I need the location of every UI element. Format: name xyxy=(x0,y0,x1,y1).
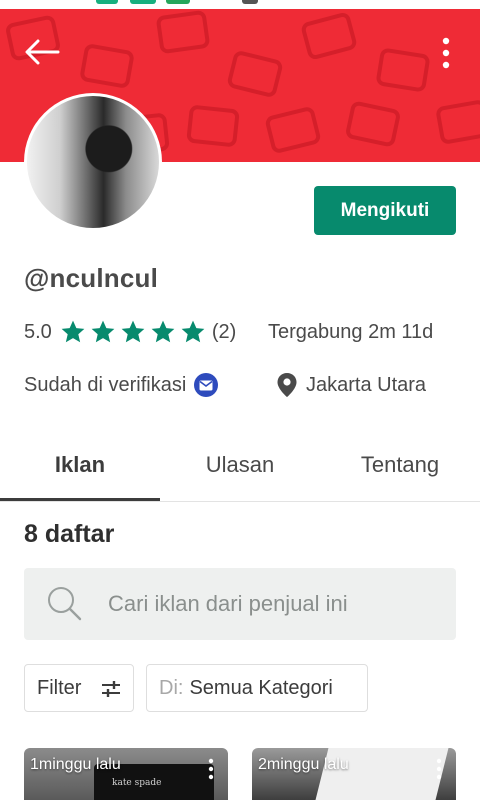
status-icon xyxy=(130,0,156,4)
search-icon xyxy=(46,585,84,627)
star-icon xyxy=(58,317,88,347)
more-vertical-icon[interactable] xyxy=(208,758,214,784)
category-value: Semua Kategori xyxy=(189,676,333,699)
seller-search xyxy=(24,568,456,640)
tab-tentang[interactable]: Tentang xyxy=(320,430,480,500)
seller-location: Jakarta Utara xyxy=(276,370,426,400)
arrow-left-icon xyxy=(25,39,60,65)
filter-button[interactable]: Filter xyxy=(24,664,134,712)
rating-count: (2) xyxy=(211,320,237,343)
avatar[interactable] xyxy=(24,93,162,231)
back-button[interactable] xyxy=(20,35,64,69)
verification-status: Sudah di verifikasi xyxy=(24,370,219,400)
star-icon xyxy=(118,317,148,347)
follow-button[interactable]: Mengikuti xyxy=(314,186,456,235)
tab-ulasan[interactable]: Ulasan xyxy=(160,430,320,500)
listing-image-brand: kate spade xyxy=(112,778,162,788)
status-bar xyxy=(0,0,480,9)
listing-time: 2minggu lalu xyxy=(258,756,349,773)
listing-card[interactable]: 2minggu lalu xyxy=(252,748,456,800)
search-input[interactable] xyxy=(108,586,438,622)
star-icon xyxy=(88,317,118,347)
status-icon xyxy=(242,0,258,4)
avatar-photo xyxy=(27,96,159,228)
listing-time: 1minggu lalu xyxy=(30,756,121,773)
filter-sliders-icon xyxy=(101,679,121,705)
rating-summary[interactable]: 5.0 (2) xyxy=(24,317,236,347)
status-icon xyxy=(166,0,190,4)
username: @nculncul xyxy=(24,263,159,293)
email-verified-icon xyxy=(194,373,219,397)
filter-label: Filter xyxy=(37,676,82,699)
category-prefix: Di: xyxy=(159,676,184,699)
listing-card[interactable]: kate spade 1minggu lalu xyxy=(24,748,228,800)
profile-tabs: Iklan Ulasan Tentang xyxy=(0,430,480,502)
more-vertical-icon xyxy=(442,37,450,69)
location-label: Jakarta Utara xyxy=(306,373,427,396)
more-options-button[interactable] xyxy=(434,33,458,73)
star-icon xyxy=(148,317,178,347)
rating-stars xyxy=(58,317,208,347)
status-icon xyxy=(96,0,118,4)
joined-duration: Tergabung 2m 11d xyxy=(268,320,434,343)
star-icon xyxy=(178,317,208,347)
location-pin-icon xyxy=(276,372,298,398)
tab-iklan[interactable]: Iklan xyxy=(0,430,160,501)
verified-label: Sudah di verifikasi xyxy=(24,373,187,396)
category-selector[interactable]: Di: Semua Kategori xyxy=(146,664,368,712)
listing-count: 8 daftar xyxy=(24,520,115,548)
rating-value: 5.0 xyxy=(24,320,52,343)
more-vertical-icon[interactable] xyxy=(436,758,442,784)
